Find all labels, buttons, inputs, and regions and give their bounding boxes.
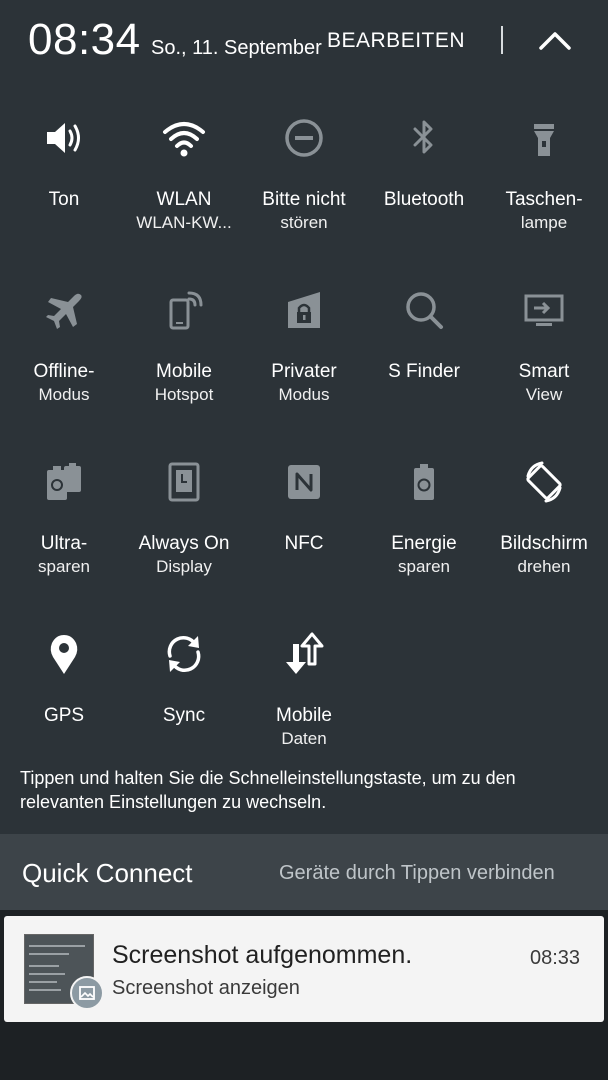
screen-rotation-icon xyxy=(522,460,566,504)
tile-sound[interactable]: Ton xyxy=(4,108,124,258)
tile-bluetooth[interactable]: Bluetooth xyxy=(364,108,484,258)
tile-label: Energie xyxy=(391,533,457,554)
tile-screen-rotation[interactable]: Bildschirm drehen xyxy=(484,452,604,602)
notification-time: 08:33 xyxy=(530,947,581,969)
tile-private-mode[interactable]: Privater Modus xyxy=(244,280,364,430)
location-icon xyxy=(42,632,86,676)
search-icon xyxy=(402,288,446,332)
tile-sublabel: View xyxy=(525,385,563,404)
tile-smart-view[interactable]: Smart View xyxy=(484,280,604,430)
tile-label: Mobile xyxy=(156,361,212,382)
tile-label: Bluetooth xyxy=(383,189,465,210)
tile-label: Taschen- xyxy=(505,189,583,210)
tile-sublabel: Modus xyxy=(278,385,330,404)
tile-sublabel: stören xyxy=(280,213,328,232)
private-mode-icon xyxy=(282,288,326,332)
do-not-disturb-icon xyxy=(282,116,326,160)
tile-label: Offline- xyxy=(33,361,95,382)
quick-connect-hint[interactable]: Geräte durch Tippen verbinden xyxy=(279,861,555,885)
tile-sublabel: lampe xyxy=(520,213,568,232)
tile-sublabel: Hotspot xyxy=(154,385,214,404)
chevron-up-icon xyxy=(539,32,571,50)
tile-label: NFC xyxy=(284,533,324,554)
header-divider xyxy=(501,26,503,54)
tile-sublabel: Display xyxy=(156,557,212,576)
hotspot-icon xyxy=(162,288,206,332)
tile-s-finder[interactable]: S Finder xyxy=(364,280,484,430)
tile-label: Bitte nicht xyxy=(262,189,346,210)
tile-sublabel: Daten xyxy=(281,729,327,748)
tile-label: Bildschirm xyxy=(500,533,588,554)
clock: 08:34 xyxy=(28,15,141,64)
edit-button[interactable]: BEARBEITEN xyxy=(327,28,465,54)
airplane-icon xyxy=(42,288,86,332)
speaker-icon xyxy=(42,116,86,160)
tile-sublabel: WLAN-KW... xyxy=(136,213,232,232)
tile-label: Ultra- xyxy=(40,533,88,554)
wifi-icon xyxy=(162,116,206,160)
collapse-button[interactable] xyxy=(532,20,578,60)
tile-sublabel: sparen xyxy=(398,557,450,576)
date: So., 11. September xyxy=(151,37,322,59)
screenshot-notification[interactable]: Screenshot aufgenommen. Screenshot anzei… xyxy=(4,916,604,1022)
tile-wlan[interactable]: WLAN WLAN-KW... xyxy=(124,108,244,258)
quick-connect-title[interactable]: Quick Connect xyxy=(22,858,193,888)
tile-label: S Finder xyxy=(388,361,460,382)
notification-subtitle[interactable]: Screenshot anzeigen xyxy=(112,976,300,1000)
quick-settings-hint: Tippen und halten Sie die Schnelleinstel… xyxy=(20,768,516,812)
flashlight-icon xyxy=(522,116,566,160)
notification-title: Screenshot aufgenommen. xyxy=(112,941,413,969)
sync-icon xyxy=(162,632,206,676)
tile-sync[interactable]: Sync xyxy=(124,624,244,774)
tile-power-saving[interactable]: Energie sparen xyxy=(364,452,484,602)
tile-flashlight[interactable]: Taschen- lampe xyxy=(484,108,604,258)
image-icon xyxy=(70,976,104,1010)
tile-label: WLAN xyxy=(156,189,212,210)
power-saving-icon xyxy=(402,460,446,504)
smart-view-icon xyxy=(522,288,566,332)
ultra-power-saving-icon xyxy=(42,460,86,504)
tile-label: Always On xyxy=(138,533,230,554)
mobile-data-icon xyxy=(282,632,326,676)
nfc-icon xyxy=(282,460,326,504)
tile-label: Mobile xyxy=(276,705,332,726)
status-header: 08:34 So., 11. September BEARBEITEN xyxy=(0,0,608,86)
tile-sublabel: Modus xyxy=(38,385,90,404)
tile-label: Sync xyxy=(162,705,206,726)
tile-label: Privater xyxy=(271,361,337,382)
tile-offline-mode[interactable]: Offline- Modus xyxy=(4,280,124,430)
always-on-display-icon xyxy=(162,460,206,504)
tile-always-on-display[interactable]: Always On Display xyxy=(124,452,244,602)
tile-ultra-power-saving[interactable]: Ultra- sparen xyxy=(4,452,124,602)
tile-sublabel: sparen xyxy=(38,557,90,576)
tile-label: Ton xyxy=(48,189,80,210)
tile-label: GPS xyxy=(43,705,85,726)
tile-mobile-data[interactable]: Mobile Daten xyxy=(244,624,364,774)
tile-nfc[interactable]: NFC xyxy=(244,452,364,602)
tile-gps[interactable]: GPS xyxy=(4,624,124,774)
tile-do-not-disturb[interactable]: Bitte nicht stören xyxy=(244,108,364,258)
tile-sublabel: drehen xyxy=(517,557,571,576)
bluetooth-icon xyxy=(402,116,446,160)
tile-label: Smart xyxy=(518,361,570,382)
tile-mobile-hotspot[interactable]: Mobile Hotspot xyxy=(124,280,244,430)
